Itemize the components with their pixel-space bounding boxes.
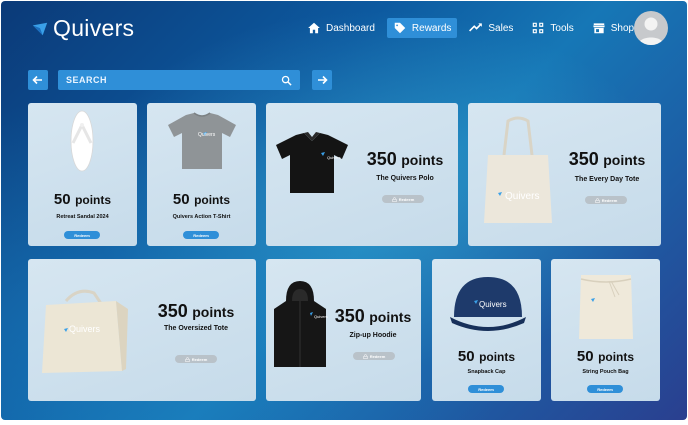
lock-icon — [392, 196, 397, 202]
product-name: Snapback Cap — [467, 369, 506, 375]
points-label: 350 points — [157, 301, 235, 321]
points-label: 350 points — [334, 306, 412, 326]
lock-icon — [363, 353, 368, 359]
nav-tools[interactable]: Tools — [525, 18, 579, 38]
polo-brand-mark: Quivers — [327, 155, 341, 160]
product-name: The Quivers Polo — [376, 175, 434, 182]
tshirt-brand-mark: Quivers — [198, 132, 216, 138]
redeem-button[interactable]: Redeem — [183, 231, 219, 239]
product-name: Retreat Sandal 2024 — [56, 214, 109, 220]
store-icon — [592, 23, 605, 34]
grid-icon — [533, 22, 544, 34]
arrow-right-icon — [318, 75, 328, 85]
product-card-pouch[interactable]: 50 points String Pouch Bag Redeem — [551, 259, 660, 401]
points-label: 50 points — [172, 191, 231, 208]
quivers-logo-icon — [32, 22, 48, 35]
top-nav: Dashboard Rewards Sales Tools Shop — [301, 18, 640, 38]
redeem-button[interactable]: Redeem — [64, 231, 100, 239]
product-card-tshirt[interactable]: Quivers 50 points Quivers Action T-Shirt… — [147, 103, 256, 246]
redeem-button[interactable]: Redeem — [468, 385, 504, 393]
everyday-tote-brand-mark: Quivers — [505, 191, 540, 202]
arrow-left-icon — [32, 75, 42, 85]
hoodie-image — [274, 281, 326, 367]
search-icon[interactable] — [281, 75, 292, 86]
lock-icon — [595, 197, 600, 203]
nav-sales[interactable]: Sales — [463, 18, 519, 38]
polo-image — [276, 132, 348, 193]
product-name: String Pouch Bag — [582, 369, 629, 375]
nav-shop[interactable]: Shop — [586, 18, 640, 38]
product-name: The Every Day Tote — [574, 176, 640, 183]
prev-button[interactable] — [28, 70, 48, 90]
nav-shop-label: Shop — [610, 22, 635, 34]
nav-tools-label: Tools — [550, 22, 574, 34]
points-label: 350 points — [366, 149, 444, 169]
product-name: Quivers Action T-Shirt — [172, 214, 231, 220]
search-input[interactable] — [66, 75, 281, 85]
redeem-button[interactable]: Redeem — [175, 355, 217, 363]
search-bar — [58, 70, 300, 90]
product-card-sandal[interactable]: 50 points Retreat Sandal 2024 Redeem — [28, 103, 137, 246]
tag-icon — [394, 22, 406, 34]
points-label: 350 points — [568, 149, 646, 169]
nav-dashboard[interactable]: Dashboard — [301, 18, 381, 38]
redeem-button[interactable]: Redeem — [353, 352, 395, 360]
everyday-tote-image — [484, 116, 552, 223]
user-avatar[interactable] — [634, 11, 668, 45]
oversized-tote-brand-mark: Quivers — [69, 324, 101, 334]
hoodie-brand-mark: Quivers — [314, 314, 328, 319]
points-label: 50 points — [576, 348, 635, 365]
home-icon — [308, 22, 320, 34]
redeem-button[interactable]: Redeem — [587, 385, 623, 393]
redeem-button[interactable]: Redeem — [585, 196, 627, 204]
product-card-polo[interactable]: Quivers 350 points The Quivers Polo Rede… — [266, 103, 458, 246]
nav-rewards-label: Rewards — [411, 22, 452, 34]
product-card-cap[interactable]: Quivers 50 points Snapback Cap Redeem — [432, 259, 541, 401]
sandal-image — [70, 110, 94, 172]
lock-icon — [185, 356, 190, 362]
points-label: 50 points — [457, 348, 516, 365]
redeem-button[interactable]: Redeem — [382, 195, 424, 203]
product-name: Zip-up Hoodie — [349, 332, 397, 339]
logo-text: Quivers — [53, 15, 135, 41]
product-card-everyday-tote[interactable]: Quivers 350 points The Every Day Tote Re… — [468, 103, 661, 246]
trend-icon — [469, 23, 483, 32]
pouch-image — [579, 275, 633, 339]
person-icon — [638, 17, 664, 45]
cap-brand-mark: Quivers — [479, 300, 507, 309]
next-button[interactable] — [312, 70, 332, 90]
nav-rewards[interactable]: Rewards — [386, 18, 458, 38]
product-card-oversized-tote[interactable]: Quivers 350 points The Oversized Tote Re… — [28, 259, 256, 401]
points-label: 50 points — [53, 191, 112, 208]
product-name: The Oversized Tote — [163, 325, 229, 332]
nav-sales-label: Sales — [488, 22, 514, 34]
nav-dashboard-label: Dashboard — [326, 22, 375, 34]
product-card-hoodie[interactable]: Quivers 350 points Zip-up Hoodie Redeem — [266, 259, 421, 401]
tshirt-image — [168, 112, 236, 169]
logo[interactable]: Quivers — [31, 15, 134, 42]
app-frame: Quivers Dashboard Rewards Sales Tools Sh… — [1, 1, 687, 420]
